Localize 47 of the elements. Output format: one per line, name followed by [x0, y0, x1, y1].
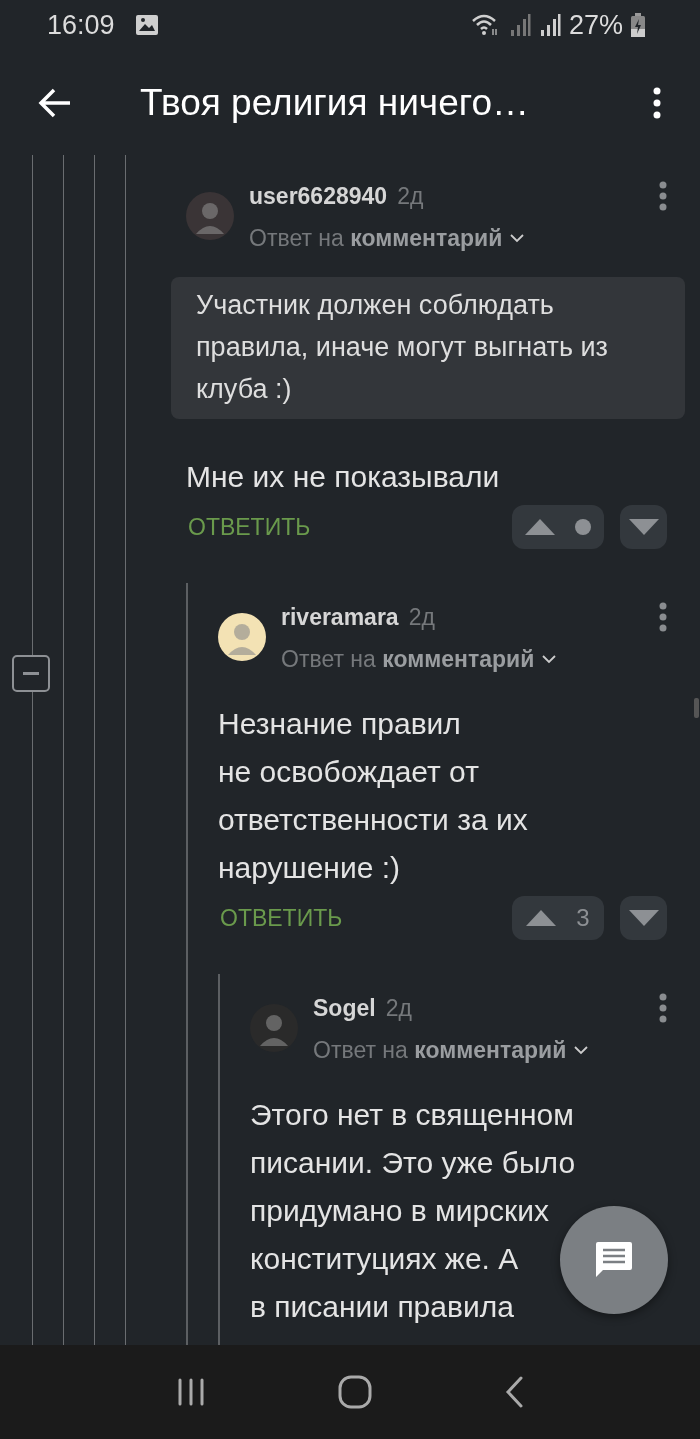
upvote-button[interactable]	[512, 505, 604, 549]
more-options-icon[interactable]	[659, 181, 667, 211]
image-icon	[134, 14, 159, 36]
triangle-up-icon	[526, 910, 557, 926]
scroll-thumb[interactable]	[694, 698, 699, 718]
more-menu-icon[interactable]	[652, 86, 662, 119]
comment-text: Этого нет в священном писании. Это уже было придумано в мирских конституциях же. А в писании правила	[250, 1097, 576, 1325]
minus-icon	[23, 671, 39, 676]
triangle-down-icon	[628, 910, 659, 926]
signal-icon	[538, 13, 561, 37]
comment-time: 2д	[385, 994, 412, 1022]
signal-icon	[508, 13, 531, 37]
chevron-down-icon[interactable]	[574, 1045, 589, 1055]
author-name[interactable]: riveramara	[281, 603, 399, 631]
back-icon[interactable]	[504, 1376, 524, 1408]
author-name[interactable]: Sogel	[313, 994, 376, 1022]
reply-to-link[interactable]: Ответ на комментарий	[313, 1036, 567, 1064]
chevron-down-icon[interactable]	[510, 233, 525, 243]
home-icon[interactable]	[338, 1375, 372, 1409]
reply-link[interactable]: ОТВЕТИТЬ	[188, 513, 311, 541]
comment-text: Незнание правил не освобождает от ответственности за их нарушение :)	[218, 706, 528, 886]
comment-time: 2д	[397, 182, 424, 210]
chevron-down-icon[interactable]	[542, 654, 557, 664]
comment-text: Мне их не показывали	[186, 459, 500, 495]
more-options-icon[interactable]	[659, 602, 667, 632]
upvote-button[interactable]: 3	[512, 896, 604, 940]
more-options-icon[interactable]	[659, 993, 667, 1023]
downvote-button[interactable]	[620, 896, 667, 940]
reply-link[interactable]: ОТВЕТИТЬ	[220, 904, 343, 932]
downvote-button[interactable]	[620, 505, 667, 549]
quoted-comment: Участник должен соблюдать правила, иначе могут выгнать из клуба :)	[171, 277, 685, 419]
collapse-button[interactable]	[12, 655, 50, 692]
reply-to-link[interactable]: Ответ на комментарий	[249, 224, 503, 252]
triangle-up-icon	[525, 519, 555, 535]
dot-icon	[575, 519, 591, 535]
recent-apps-icon[interactable]	[176, 1377, 206, 1407]
page-title: Твоя религия ничего…	[140, 81, 530, 124]
triangle-down-icon	[628, 519, 659, 535]
chat-bubble-icon	[594, 1240, 634, 1280]
back-arrow-icon[interactable]	[38, 87, 72, 118]
battery-percent: 27%	[568, 9, 623, 41]
avatar[interactable]	[218, 613, 266, 661]
comment-time: 2д	[408, 603, 435, 631]
author-name[interactable]: user6628940	[249, 182, 388, 210]
battery-icon	[631, 13, 645, 37]
clock-time: 16:09	[47, 9, 115, 41]
reply-to-link[interactable]: Ответ на комментарий	[281, 645, 535, 673]
